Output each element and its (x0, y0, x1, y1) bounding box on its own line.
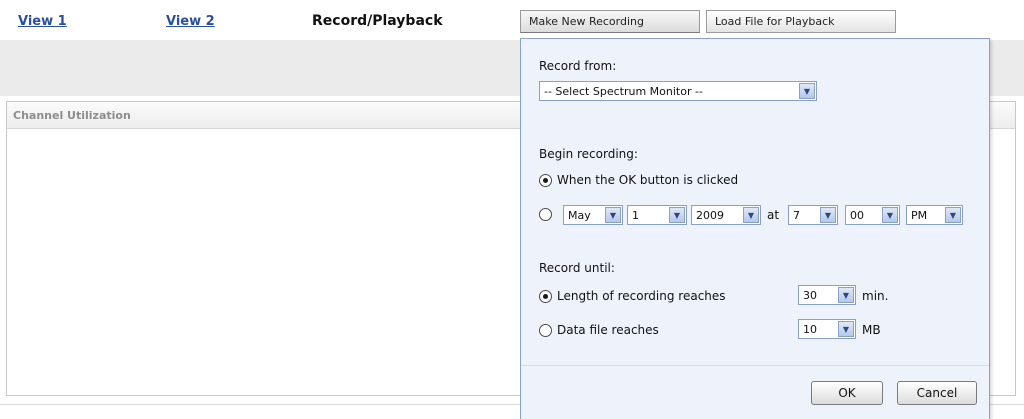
until-length-option[interactable]: Length of recording reaches (539, 289, 726, 303)
chevron-down-icon: ▼ (605, 207, 621, 223)
chevron-down-icon: ▼ (882, 207, 898, 223)
chevron-down-icon: ▼ (838, 287, 854, 303)
view-1-link[interactable]: View 1 (18, 14, 67, 29)
load-file-for-playback-button[interactable]: Load File for Playback (706, 10, 896, 33)
begin-recording-label: Begin recording: (539, 147, 638, 161)
record-from-label: Record from: (539, 59, 617, 73)
begin-on-ok-label: When the OK button is clicked (557, 173, 739, 187)
minutes-unit-label: min. (862, 289, 889, 303)
radio-selected-icon[interactable] (539, 289, 552, 303)
chevron-down-icon: ▼ (838, 321, 854, 337)
new-recording-dialog: Record from: -- Select Spectrum Monitor … (520, 38, 990, 419)
view-2-link[interactable]: View 2 (166, 14, 215, 29)
megabytes-unit-label: MB (862, 323, 881, 337)
year-value: 2009 (696, 208, 724, 222)
minute-select[interactable]: 00 ▼ (845, 205, 900, 225)
spectrum-monitor-select-value: -- Select Spectrum Monitor -- (544, 84, 703, 98)
file-size-value: 10 (803, 322, 817, 336)
year-select[interactable]: 2009 ▼ (691, 205, 761, 225)
until-file-size-label: Data file reaches (557, 323, 659, 337)
chevron-down-icon: ▼ (743, 207, 759, 223)
radio-unselected-icon[interactable] (539, 208, 552, 221)
radio-selected-icon[interactable] (539, 173, 552, 187)
record-playback-title: Record/Playback (312, 13, 443, 29)
month-value: May (568, 208, 591, 222)
chevron-down-icon: ▼ (799, 83, 815, 99)
panel-title: Channel Utilization (13, 109, 131, 122)
until-file-size-option[interactable]: Data file reaches (539, 323, 659, 337)
hour-select[interactable]: 7 ▼ (788, 205, 838, 225)
radio-unselected-icon[interactable] (539, 323, 552, 337)
begin-scheduled-option[interactable] (539, 208, 557, 221)
spectrum-monitor-select[interactable]: -- Select Spectrum Monitor -- ▼ (539, 81, 817, 101)
until-length-label: Length of recording reaches (557, 289, 726, 303)
make-new-recording-button[interactable]: Make New Recording (520, 10, 700, 33)
minute-value: 00 (850, 208, 864, 222)
month-select[interactable]: May ▼ (563, 205, 623, 225)
ok-button[interactable]: OK (811, 381, 883, 405)
hour-value: 7 (793, 208, 800, 222)
record-until-label: Record until: (539, 261, 615, 275)
length-minutes-select[interactable]: 30 ▼ (798, 285, 856, 305)
begin-on-ok-option[interactable]: When the OK button is clicked (539, 173, 738, 187)
length-minutes-value: 30 (803, 288, 817, 302)
file-size-select[interactable]: 10 ▼ (798, 319, 856, 339)
ampm-select[interactable]: PM ▼ (906, 205, 963, 225)
chevron-down-icon: ▼ (669, 207, 685, 223)
day-select[interactable]: 1 ▼ (627, 205, 687, 225)
chevron-down-icon: ▼ (945, 207, 961, 223)
chevron-down-icon: ▼ (820, 207, 836, 223)
top-navigation: View 1 View 2 Record/Playback Make New R… (0, 0, 1024, 38)
day-value: 1 (632, 208, 639, 222)
ampm-value: PM (911, 208, 928, 222)
at-label: at (767, 208, 780, 222)
cancel-button[interactable]: Cancel (897, 381, 977, 405)
dialog-separator (521, 365, 989, 366)
